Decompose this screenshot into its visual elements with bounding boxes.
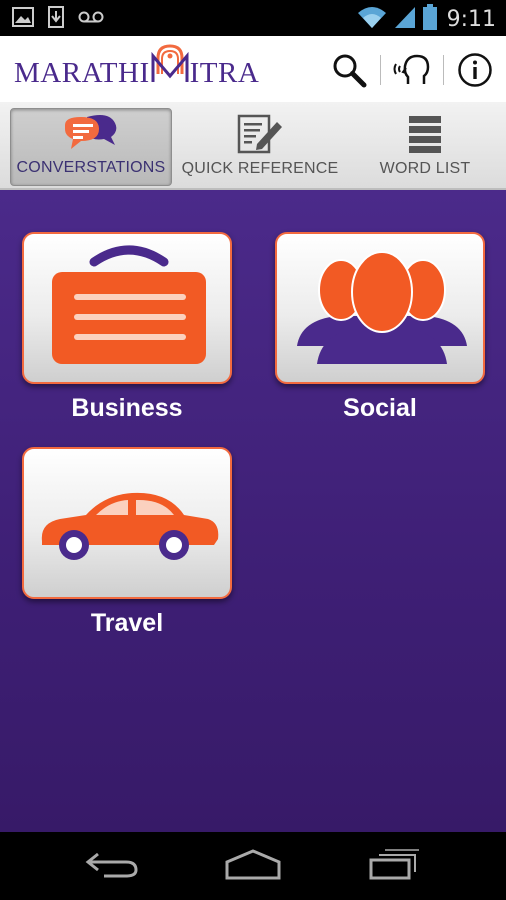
logo-text-left: MARATHI [14, 57, 150, 89]
tab-label: QUICK REFERENCE [181, 160, 339, 177]
search-icon [333, 54, 367, 88]
header-divider [380, 55, 381, 85]
people-group-icon [297, 251, 467, 364]
image-icon [12, 7, 34, 32]
social-tile[interactable] [275, 232, 485, 384]
speaking-head-icon [393, 54, 430, 84]
status-bar: 9:11 [0, 0, 506, 36]
voicemail-icon [78, 10, 104, 29]
header-divider [443, 55, 444, 85]
info-button[interactable] [454, 50, 496, 90]
back-button[interactable] [84, 848, 140, 885]
social-label: Social [343, 394, 417, 422]
business-label: Business [71, 394, 183, 422]
briefcase-icon [52, 245, 206, 364]
home-icon [225, 849, 281, 880]
logo-m-glyph [151, 44, 189, 88]
travel-tile[interactable] [22, 447, 232, 599]
download-icon [48, 6, 64, 33]
signal-icon [393, 5, 417, 34]
back-icon [85, 852, 138, 878]
recent-apps-button[interactable] [368, 848, 420, 885]
tab-quick-reference[interactable]: QUICK REFERENCE [180, 108, 340, 186]
tab-bar: CONVERSTATIONS QUICK REFERENCE WORD LIST [0, 102, 506, 190]
wifi-icon [357, 5, 387, 34]
list-stack-icon [409, 116, 441, 153]
logo-text-right: ITRA [189, 57, 260, 89]
status-time: 9:11 [446, 7, 496, 32]
tab-label: CONVERSTATIONS [16, 159, 166, 176]
travel-label: Travel [90, 609, 164, 637]
app-header: MARATHI ITRA [0, 36, 506, 102]
speak-button[interactable] [391, 50, 433, 90]
app-logo: MARATHI ITRA [14, 44, 260, 89]
battery-icon [422, 4, 437, 35]
chat-bubbles-icon [65, 115, 117, 149]
tab-word-list[interactable]: WORD LIST [350, 108, 500, 186]
search-button[interactable] [328, 50, 370, 90]
home-button[interactable] [224, 848, 282, 885]
car-icon [41, 492, 219, 560]
business-tile[interactable] [22, 232, 232, 384]
category-grid: Business Social Travel [0, 190, 506, 832]
info-icon [458, 53, 492, 87]
notepad-pencil-icon [237, 114, 282, 154]
recent-apps-icon [369, 849, 419, 880]
system-nav-bar [0, 832, 506, 900]
tab-label: WORD LIST [379, 160, 471, 177]
tab-conversations[interactable]: CONVERSTATIONS [10, 108, 172, 186]
